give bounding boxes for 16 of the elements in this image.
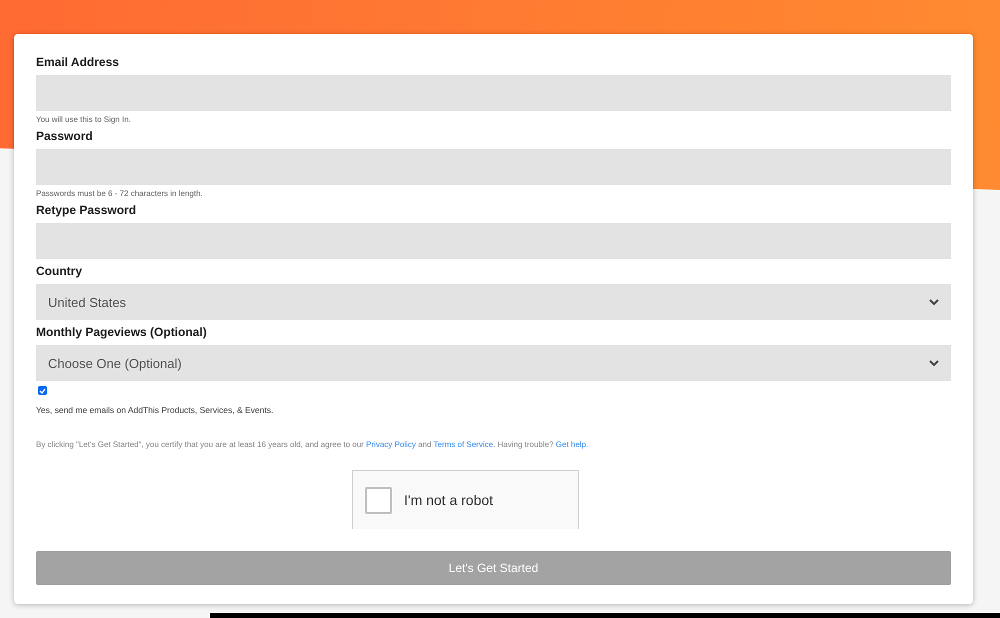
consent-text: By clicking "Let's Get Started", you certify that you are at least 16 years old, and agree to our Privacy Policy and Terms of Service. Having trouble? Get help. [36, 439, 590, 450]
select-field[interactable]: United States [36, 284, 951, 320]
link[interactable]: Get help. [556, 440, 588, 449]
field-label: Retype Password [36, 202, 138, 218]
field-label: Email Address [36, 54, 120, 70]
field-label: Monthly Pageviews (Optional) [36, 324, 208, 340]
link[interactable]: Privacy Policy [366, 440, 416, 449]
select-field[interactable]: Choose One (Optional) [36, 345, 951, 381]
field-label: Password [36, 128, 94, 144]
captcha-label: I'm not a robot [404, 492, 494, 508]
hint-text: Passwords must be 6 - 72 characters in length. [36, 188, 204, 199]
hint-text: You will use this to Sign In. [36, 114, 132, 125]
newsletter-label: Yes, send me emails on AddThis Products, Services, & Events. [36, 405, 274, 415]
field-label: Country [36, 263, 83, 279]
submit-button[interactable]: Let's Get Started [36, 551, 951, 585]
link[interactable]: Terms of Service [434, 440, 494, 449]
